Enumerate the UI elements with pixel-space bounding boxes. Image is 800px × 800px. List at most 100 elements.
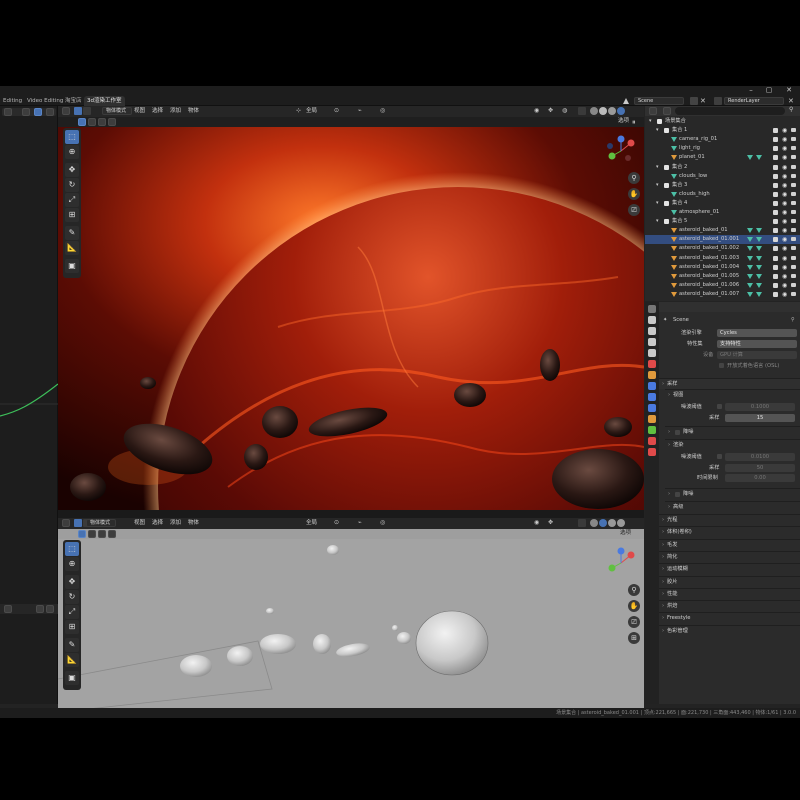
menu-view[interactable]: 视图 [134,107,145,116]
include-checkbox[interactable] [773,155,778,161]
select-subtract-icon[interactable] [98,118,106,126]
render-camera-icon[interactable] [791,137,796,142]
scene-tab-icon[interactable] [648,349,656,357]
render-camera-icon[interactable] [791,282,796,287]
include-checkbox[interactable] [773,282,778,288]
gizmo-icon[interactable]: ✥ [548,519,556,527]
shading-material-icon[interactable] [608,107,616,115]
visibility-eye-icon[interactable]: ◉ [782,263,787,272]
render-noise-threshold-field[interactable]: 0.0100 [725,453,795,461]
navigation-gizmo[interactable] [602,134,640,168]
menu-add[interactable]: 添加 [170,519,181,528]
scale-tool[interactable]: ⤢ [65,605,79,619]
options-dropdown[interactable]: 选项 [618,117,629,126]
properties-section[interactable]: 性能 [659,587,800,600]
select-subtract-icon[interactable] [98,530,106,538]
scale-tool[interactable]: ⤢ [65,193,79,207]
render-denoise-subsection[interactable]: 降噪 [665,488,800,500]
properties-section[interactable]: 胶片 [659,575,800,588]
delete-scene-icon[interactable]: ✕ [700,97,708,105]
osl-checkbox[interactable] [719,363,724,368]
viewport-solid[interactable]: 物体模式 视图 选择 添加 物体 全局 ⊙ ⌁ ◎ ◉ ✥ 选项 ⬚ ⊕ ✥ ↻… [58,518,644,708]
properties-section[interactable]: 光程 [659,514,800,526]
tab-3d-render-studio[interactable]: 3d渲染工作室 [84,96,125,106]
visibility-eye-icon[interactable]: ◉ [782,163,787,172]
visibility-icon[interactable]: ◉ [534,107,542,115]
annotate-tool[interactable]: ✎ [65,638,79,652]
transform-tool[interactable]: ⊞ [65,208,79,222]
visibility-eye-icon[interactable]: ◉ [782,244,787,253]
include-checkbox[interactable] [773,210,778,215]
minimize-button[interactable]: – [744,86,758,95]
editor-type-icon[interactable] [62,519,70,527]
overlay-icon[interactable]: ◍ [562,107,570,115]
outliner-object-row[interactable]: asteroid_baked_01.005 ◉ [645,272,800,281]
include-checkbox[interactable] [773,228,778,234]
outliner-collection-row[interactable]: ▾ 集合 3 ◉ [645,181,800,190]
snap-icon[interactable]: ⌁ [358,519,366,527]
world-tab-icon[interactable] [648,360,656,368]
render-camera-icon[interactable] [791,182,796,187]
render-camera-icon[interactable] [791,155,796,160]
select-mode-icon[interactable] [74,519,82,527]
add-cube-tool[interactable]: ▣ [65,671,79,685]
shading-wireframe-icon[interactable] [590,107,598,115]
pin-icon[interactable]: ⚲ [791,315,795,325]
visibility-eye-icon[interactable]: ◉ [782,208,787,217]
outliner-collection-row[interactable]: ▾ 场景集合 [645,117,800,126]
particles-tab-icon[interactable] [648,393,656,401]
select-new-icon[interactable] [78,530,86,538]
select-box-tool[interactable]: ⬚ [65,130,79,144]
outliner-search-input[interactable] [675,107,785,115]
render-camera-icon[interactable] [791,237,796,242]
cursor-tool[interactable]: ⊕ [65,557,79,571]
expand-toggle-icon[interactable]: ▾ [649,117,652,126]
device-dropdown[interactable]: GPU 计算 [717,351,797,359]
maximize-button[interactable]: ▢ [762,86,776,95]
render-camera-icon[interactable] [791,246,796,251]
visibility-eye-icon[interactable]: ◉ [782,135,787,144]
properties-section[interactable]: 运动模糊 [659,563,800,575]
visibility-eye-icon[interactable]: ◉ [782,144,787,153]
render-camera-icon[interactable] [791,264,796,269]
xray-icon[interactable] [578,107,586,115]
viewport-sampling-subsection[interactable]: 视图 [665,389,800,401]
render-samples-field[interactable]: 50 [725,464,795,472]
include-checkbox[interactable] [773,291,778,297]
tab-video-editing[interactable]: Video Editing [24,96,66,106]
viewport-rendered[interactable]: 物体模式 视图 选择 添加 物体 ⊹ 全局 ⊙ ⌁ ◎ ◉ ✥ ◍ 选项 ⏸ ⬚… [58,106,644,518]
mode-dropdown[interactable]: 物体模式 [102,107,132,115]
select-mode-icon[interactable] [74,107,82,115]
shading-solid-icon[interactable] [599,107,607,115]
render-tab-icon[interactable] [648,316,656,324]
delete-layer-icon[interactable]: ✕ [788,97,796,105]
render-sampling-subsection[interactable]: 渲染 [665,439,800,451]
render-camera-icon[interactable] [791,291,796,296]
outliner-object-row[interactable]: clouds_high ◉ [645,190,800,199]
rotate-tool[interactable]: ↻ [65,590,79,604]
expand-toggle-icon[interactable]: ▾ [656,181,659,190]
texture-tab-icon[interactable] [648,448,656,456]
expand-toggle-icon[interactable]: ▾ [656,199,659,208]
denoise-subsection[interactable]: 降噪 [665,426,800,438]
visibility-eye-icon[interactable]: ◉ [782,126,787,135]
outliner-object-row[interactable]: asteroid_baked_01 ◉ [645,226,800,235]
outliner-object-row[interactable]: clouds_low ◉ [645,172,800,181]
render-camera-icon[interactable] [791,210,796,214]
shading-rendered-icon[interactable] [617,519,625,527]
frame-icon[interactable] [36,605,44,613]
object-tab-icon[interactable] [648,371,656,379]
denoise-checkbox[interactable] [675,430,680,435]
select-new-icon[interactable] [78,118,86,126]
visibility-eye-icon[interactable]: ◉ [782,199,787,208]
view-layer-selector[interactable]: RenderLayer [724,97,784,105]
render-camera-icon[interactable] [791,219,796,224]
include-checkbox[interactable] [773,191,778,197]
viewport-samples-field[interactable]: 15 [725,414,795,422]
include-checkbox[interactable] [773,219,778,225]
data-tab-icon[interactable] [648,426,656,434]
pause-render-icon[interactable]: ⏸ [632,117,642,127]
menu-view[interactable]: 视图 [134,519,145,528]
filter-icon[interactable]: ⚲ [789,106,793,113]
annotate-tool[interactable]: ✎ [65,226,79,240]
